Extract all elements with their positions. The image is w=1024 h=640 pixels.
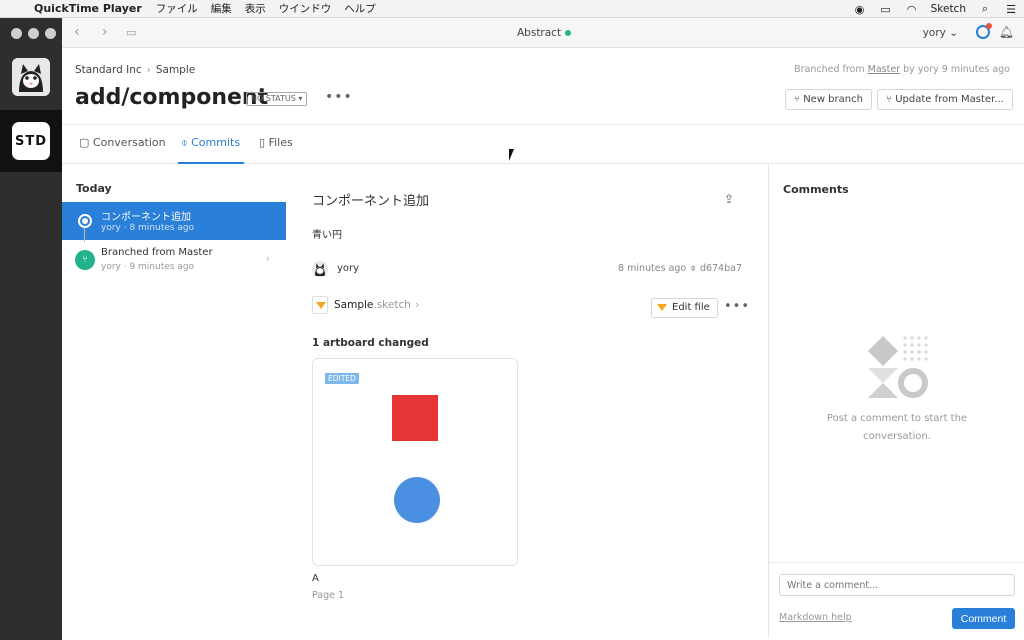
status-dropdown[interactable]: NO STATUS ▾ (246, 92, 308, 106)
file-more-options-icon[interactable]: ••• (724, 299, 750, 314)
menu-item-file[interactable]: ファイル (156, 1, 198, 16)
window-controls (11, 28, 56, 39)
sync-icon[interactable] (976, 23, 992, 39)
edit-file-button[interactable]: Edit file (651, 298, 718, 318)
commit-hash[interactable]: d674ba7 (700, 263, 742, 274)
workspace-item-active[interactable]: STD (0, 110, 62, 172)
page-title: add/component (75, 85, 269, 110)
commit-detail-title: コンポーネント追加 (312, 194, 430, 209)
divider (769, 562, 1024, 563)
branch-origin-icon: ⑂ (75, 250, 95, 270)
commit-icon: ⌽ (181, 136, 188, 149)
file-icon: ▯ (259, 136, 266, 149)
menu-item-view[interactable]: 表示 (245, 1, 266, 16)
chat-icon: ▢ (79, 136, 90, 149)
list-icon[interactable]: ☰ (1004, 3, 1018, 16)
tab-commits[interactable]: ⌽ Commits (181, 136, 240, 150)
sketch-icon (657, 304, 667, 311)
menu-item-help[interactable]: ヘルプ (344, 1, 376, 16)
chevron-right-icon: › (146, 64, 151, 76)
menu-bar: QuickTime Player ファイル 編集 表示 ウインドウ ヘルプ ◉ … (0, 0, 1024, 18)
main-content: Standard Inc › Sample Branched from Master… (62, 48, 1024, 638)
tab-bar: ▢ Conversation ⌽ Commits ▯ Files (62, 124, 1024, 164)
tab-conversation[interactable]: ▢ Conversation (79, 136, 166, 149)
sketch-file-icon (312, 296, 328, 314)
bell-icon[interactable]: 🔔︎ (999, 25, 1014, 39)
more-options-icon[interactable]: ••• (325, 89, 353, 105)
close-window-button[interactable] (11, 28, 22, 39)
commit-meta: yory · 9 minutes ago (101, 262, 195, 272)
blue-circle-shape (394, 477, 440, 523)
commit-list: Today コンポーネント追加 yory · 8 minutes ago ⑂ B… (62, 164, 286, 638)
commit-connector (84, 228, 85, 242)
workspace-rail: STD (0, 18, 62, 640)
comment-submit-button[interactable]: Comment (952, 608, 1015, 629)
merge-icon: ⑂ (886, 94, 892, 105)
share-icon[interactable]: ⇪ (724, 192, 734, 206)
breadcrumb: Standard Inc › Sample (75, 64, 195, 76)
comments-title: Comments (783, 183, 849, 196)
comments-panel: Comments Post a comment to start the con… (768, 164, 1024, 638)
mouse-cursor-icon (509, 149, 519, 161)
breadcrumb-project[interactable]: Sample (156, 64, 195, 76)
record-icon[interactable]: ◉ (853, 3, 867, 16)
workspace-badge: STD (12, 122, 50, 160)
spotlight-icon[interactable]: ⌕ (978, 2, 992, 16)
commit-meta-info: 8 minutes ago ⌽ d674ba7 (618, 263, 742, 274)
airplay-icon[interactable]: ▭ (879, 3, 893, 16)
commit-description: 青い円 (312, 230, 342, 241)
commit-node-icon (78, 214, 92, 228)
author-name: yory (337, 263, 360, 274)
artboard-preview-card[interactable]: EDITED (312, 358, 518, 566)
commit-time: 8 minutes ago (618, 263, 687, 274)
branch-origin: Branched from Master by yory 9 minutes a… (794, 64, 1010, 75)
markdown-help-link[interactable]: Markdown help (779, 612, 852, 623)
online-status-dot (565, 30, 572, 36)
window-title: Abstract (517, 27, 572, 39)
commit-title: Branched from Master (101, 247, 213, 258)
title-toolbar: ‹ › ▭ Abstract yory ⌄ 🔔︎ (62, 18, 1024, 48)
user-avatar[interactable] (12, 58, 50, 96)
zoom-window-button[interactable] (45, 28, 56, 39)
comments-empty-text: Post a comment to start the conversation… (826, 413, 968, 442)
update-from-master-button[interactable]: ⑂ Update from Master... (877, 89, 1013, 110)
new-branch-button[interactable]: ⑂ New branch (785, 89, 872, 110)
wifi-icon[interactable]: ◠ (905, 3, 919, 16)
menu-item-window[interactable]: ウインドウ (279, 1, 332, 16)
edited-badge: EDITED (325, 373, 359, 384)
breadcrumb-org[interactable]: Standard Inc (75, 64, 142, 76)
changes-summary: 1 artboard changed (312, 337, 429, 349)
commit-title: コンポーネント追加 (101, 212, 191, 223)
page-name: Page 1 (312, 590, 345, 601)
back-icon[interactable]: ‹ (74, 24, 80, 40)
commit-group-label: Today (76, 182, 112, 195)
file-link[interactable]: Sample.sketch (334, 299, 411, 311)
commit-item-selected[interactable]: コンポーネント追加 yory · 8 minutes ago (62, 202, 286, 240)
branch-origin-link[interactable]: Master (868, 64, 900, 75)
user-menu[interactable]: yory ⌄ (923, 27, 958, 39)
artboard-name: A (312, 573, 319, 584)
commit-detail: コンポーネント追加 ⇪ 青い円 yory 8 minutes ago ⌽ d674b… (312, 164, 752, 638)
cat-avatar-icon (12, 58, 50, 96)
chevron-right-icon: › (415, 298, 420, 311)
red-square-shape (392, 395, 438, 441)
commit-icon: ⌽ (690, 263, 696, 274)
comment-input[interactable] (779, 574, 1015, 596)
menu-app-name[interactable]: QuickTime Player (34, 2, 142, 15)
menu-item-edit[interactable]: 編集 (211, 1, 232, 16)
minimize-window-button[interactable] (28, 28, 39, 39)
cat-avatar-icon (312, 261, 328, 277)
forward-icon[interactable]: › (102, 24, 108, 40)
commit-item-branched[interactable]: ⑂ Branched from Master yory · 9 minutes … (62, 241, 286, 279)
sidebar-toggle-icon[interactable]: ▭ (126, 26, 136, 39)
chevron-right-icon: › (265, 252, 270, 265)
menu-extra-sketch[interactable]: Sketch (931, 3, 966, 15)
branch-icon: ⑂ (794, 94, 800, 105)
tab-files[interactable]: ▯ Files (259, 136, 293, 149)
menu-status-area: ◉ ▭ ◠ Sketch ⌕ ☰ (853, 0, 1018, 18)
empty-comments-illustration-icon (868, 336, 928, 398)
author-avatar (312, 261, 328, 277)
commit-meta: yory · 8 minutes ago (101, 223, 195, 233)
